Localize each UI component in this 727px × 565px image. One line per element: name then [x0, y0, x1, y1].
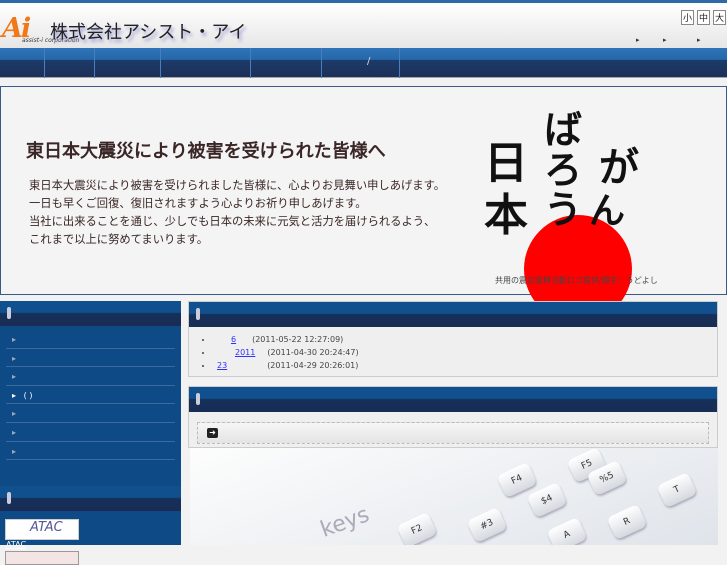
- earthquake-banner: 東日本大震災により被害を受けられた皆様へ 東日本大震災により被害を受けられました…: [0, 86, 727, 323]
- header-link[interactable]: ▸: [697, 36, 701, 44]
- news-item: 2011(2011-04-30 20:24:47): [213, 348, 717, 361]
- sidebar-item[interactable]: ▸ ( ): [6, 386, 175, 405]
- news-link[interactable]: 2011: [213, 348, 267, 357]
- sidebar-item[interactable]: ▸: [6, 349, 175, 368]
- font-small-button[interactable]: 小: [680, 10, 694, 25]
- keyboard-image: keys F2 F4 F5 #3 $4 %5 A R T: [190, 448, 718, 545]
- sidebar-header: [0, 301, 181, 326]
- font-size-switcher: 小 中 大: [680, 10, 726, 25]
- ad-banner[interactable]: [5, 551, 79, 565]
- sidebar-header: [0, 486, 181, 512]
- font-medium-button[interactable]: 中: [696, 10, 710, 25]
- sidebar-item[interactable]: ▸: [6, 442, 175, 461]
- keyboard-brand: keys: [317, 502, 373, 543]
- message-line: 一日も早くご回復、復旧されますよう心よりお祈り申しあげます。: [29, 197, 367, 210]
- message-line: 東日本大震災により被害を受けられました皆様に、心よりお見舞い申しあげます。: [29, 179, 446, 192]
- sidebar-item[interactable]: ▸: [6, 367, 175, 386]
- arrow-right-icon: ➜: [207, 428, 218, 438]
- font-large-button[interactable]: 大: [712, 10, 726, 25]
- sidebar: ▸ ▸ ▸ ▸ ( ) ▸ ▸ ▸ ATAC ATAC: [0, 301, 181, 565]
- news-link[interactable]: 6: [213, 335, 252, 344]
- message-line: これまで以上に努めてまいります。: [29, 233, 209, 246]
- main-nav: /: [0, 48, 727, 78]
- news-item: 23(2011-04-29 20:26:01): [213, 361, 717, 374]
- sidebar-item[interactable]: ▸: [6, 404, 175, 423]
- company-name: 株式会社アシスト・アイ: [50, 22, 247, 43]
- message-line: 当社に出来ることを通じ、少しでも日本の未来に元気と活力を届けられるよう、: [29, 215, 436, 228]
- header: Ai assist-i corporation 株式会社アシスト・アイ 小 中 …: [0, 3, 727, 48]
- links-panel: ➜: [188, 386, 718, 448]
- news-header: [189, 302, 717, 327]
- news-item: 6(2011-05-22 12:27:09): [213, 335, 717, 348]
- banner-title: 東日本大震災により被害を受けられた皆様へ: [26, 141, 386, 162]
- links-header: [189, 387, 717, 412]
- sidebar-item[interactable]: ▸: [6, 330, 175, 349]
- sidebar-menu: ▸ ▸ ▸ ▸ ( ) ▸ ▸ ▸: [0, 330, 181, 461]
- atac-banner[interactable]: ATAC: [5, 519, 79, 541]
- news-panel: 6(2011-05-22 12:27:09) 2011(2011-04-30 2…: [188, 301, 718, 377]
- logo-credit: 共用の震災復興活動ロゴ提供/題字：うどよし: [495, 276, 658, 285]
- banner-message: 東日本大震災により被害を受けられました皆様に、心よりお見舞い申しあげます。 一日…: [29, 177, 445, 249]
- news-link[interactable]: 23: [213, 361, 267, 370]
- header-link[interactable]: ▸: [663, 36, 667, 44]
- nav-separator: /: [367, 56, 371, 67]
- header-link[interactable]: ▸: [636, 36, 640, 44]
- sidebar-item[interactable]: ▸: [6, 423, 175, 442]
- link-row[interactable]: ➜: [197, 422, 709, 444]
